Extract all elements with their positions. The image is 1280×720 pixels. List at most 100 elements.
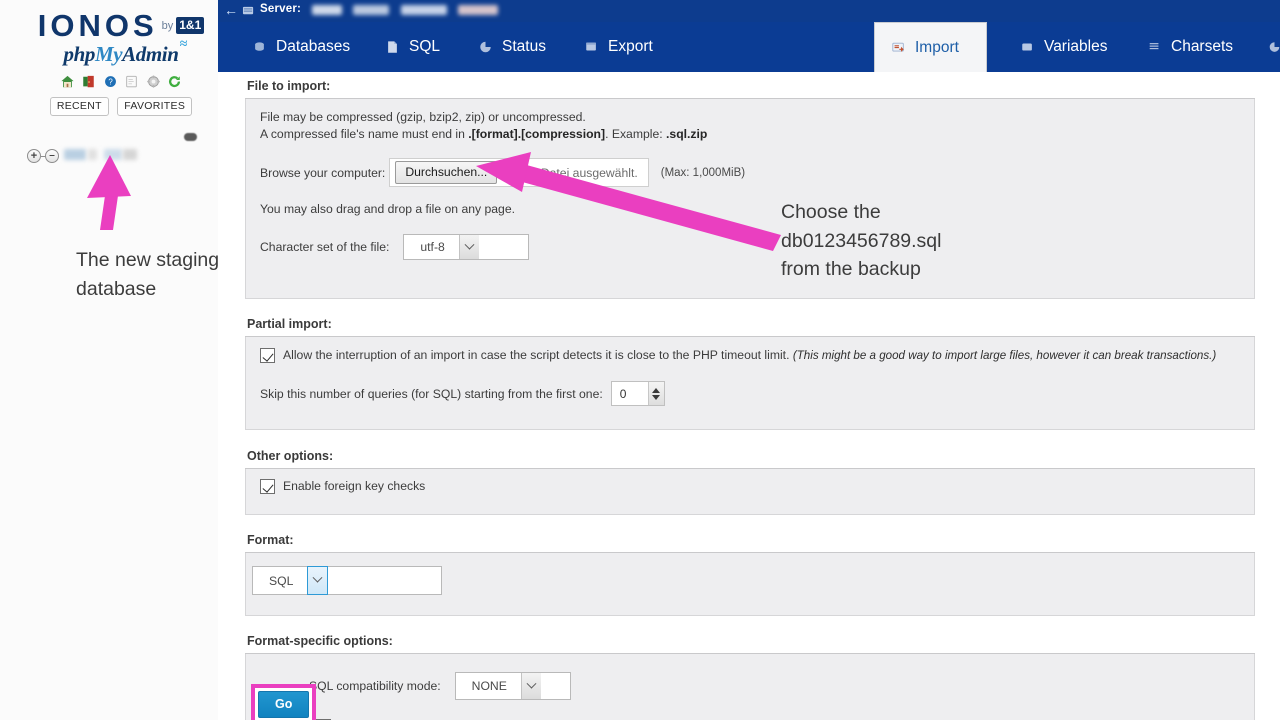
tab-label: Import: [915, 38, 959, 56]
variables-icon: [1020, 40, 1035, 54]
allow-interrupt-row: Allow the interruption of an import in c…: [260, 347, 1240, 364]
example-token: .sql.zip: [666, 127, 708, 141]
compat-select[interactable]: NONE: [454, 672, 571, 700]
charset-select[interactable]: utf-8: [403, 234, 530, 260]
skip-queries-row: Skip this number of queries (for SQL) st…: [260, 381, 1240, 406]
tab-label: Status: [502, 38, 546, 55]
browse-label: Browse your computer:: [260, 165, 386, 180]
brand-logo[interactable]: IONOS by 1&1 phpMyAdmin ≈: [24, 0, 218, 67]
docs-icon[interactable]: ?: [103, 75, 118, 89]
max-upload-note: (Max: 1,000MiB): [660, 166, 746, 179]
oneandone-badge: 1&1: [176, 17, 205, 34]
databases-icon: [252, 40, 267, 54]
table-row[interactable]: [123, 149, 137, 160]
tab-databases[interactable]: Databases: [236, 22, 366, 72]
foreign-key-label: Enable foreign key checks: [283, 479, 426, 493]
partial-section-panel: Allow the interruption of an import in c…: [245, 337, 1255, 430]
file-section-legend: File to import:: [245, 72, 1255, 99]
annotation-left-text: The new staging database: [76, 249, 220, 300]
sidebar-tab-row: RECENT FAVORITES: [24, 96, 218, 116]
format-specific-legend: Format-specific options:: [245, 627, 1255, 654]
ionos-wordmark: IONOS: [37, 8, 158, 43]
sql-icon: [385, 40, 400, 54]
reload-icon[interactable]: [167, 75, 182, 89]
other-section-panel: Enable foreign key checks: [245, 469, 1255, 515]
table-row[interactable]: [104, 149, 122, 160]
back-arrow-icon[interactable]: ←: [224, 3, 238, 17]
tab-sql[interactable]: SQL: [369, 22, 456, 72]
tab-label: Export: [608, 38, 653, 55]
home-icon[interactable]: [60, 75, 75, 89]
console-icon[interactable]: [124, 75, 139, 89]
annotation-right-text: Choose the db0123456789.sql from the bac…: [781, 201, 942, 280]
status-icon: [478, 40, 493, 54]
import-icon: [891, 41, 906, 55]
format-value: SQL: [269, 573, 294, 588]
submit-highlight-box: Go: [251, 684, 317, 720]
server-breadcrumb-bar: ← Server:: [218, 0, 1280, 22]
charset-label: Character set of the file:: [260, 240, 390, 254]
brand-by-label: by: [161, 19, 174, 32]
phpmyadmin-wordmark: phpMyAdmin ≈: [24, 37, 218, 67]
logout-icon[interactable]: [81, 75, 96, 89]
server-value-redacted: [312, 3, 499, 16]
tab-label: Charsets: [1171, 38, 1234, 55]
selected-file-name: Keine Datei ausgewählt.: [506, 165, 638, 180]
browse-row: Browse your computer: Durchsuchen... Kei…: [260, 158, 1240, 187]
tab-label: SQL: [409, 38, 441, 55]
tab-status[interactable]: Status: [462, 22, 562, 72]
other-section-legend: Other options:: [245, 442, 1255, 469]
table-row[interactable]: [88, 149, 97, 160]
table-row[interactable]: [64, 149, 86, 160]
skip-queries-input[interactable]: 0: [610, 381, 665, 406]
settings-icon[interactable]: [146, 75, 161, 89]
compat-value: NONE: [471, 679, 507, 693]
tree-expand-toggle[interactable]: +: [27, 149, 41, 163]
navigation-sidebar: IONOS by 1&1 phpMyAdmin ≈ ? RECENT FAVOR…: [0, 0, 219, 720]
dragdrop-hint: You may also drag and drop a file on any…: [260, 202, 515, 216]
tab-variables[interactable]: Variables: [1004, 22, 1123, 72]
allow-interrupt-checkbox[interactable]: [260, 348, 275, 363]
import-form: File to import: File may be compressed (…: [218, 72, 1280, 720]
skip-queries-value: 0: [619, 386, 627, 401]
go-button[interactable]: Go: [258, 691, 310, 718]
tab-charsets[interactable]: Charsets: [1131, 22, 1249, 72]
skip-queries-label: Skip this number of queries (for SQL) st…: [260, 386, 603, 401]
engines-icon: [1267, 40, 1280, 54]
sidebar-tab-favorites[interactable]: FAVORITES: [117, 97, 193, 116]
chevron-down-icon: [458, 235, 479, 259]
tab-engines[interactable]: Engines: [1251, 22, 1280, 72]
export-icon: [584, 40, 599, 54]
compression-hint-line2: A compressed file's name must end in .[f…: [260, 127, 708, 141]
chevron-down-icon: [307, 566, 329, 595]
browse-button[interactable]: Durchsuchen...: [395, 161, 498, 184]
charset-row: Character set of the file: utf-8: [260, 234, 1240, 260]
fk-row: Enable foreign key checks: [260, 478, 1240, 495]
tree-collapse-toggle[interactable]: –: [45, 149, 59, 163]
tab-export[interactable]: Export: [568, 22, 669, 72]
charsets-icon: [1147, 40, 1162, 54]
format-section-legend: Format:: [245, 526, 1255, 553]
tab-label: Databases: [276, 38, 351, 55]
redacted-badge-icon: [184, 133, 197, 141]
svg-text:?: ?: [108, 77, 113, 86]
screen-root: IONOS by 1&1 phpMyAdmin ≈ ? RECENT FAVOR…: [0, 0, 1280, 720]
format-select[interactable]: SQL: [252, 566, 442, 595]
format-section-panel: SQL: [245, 553, 1255, 616]
sidebar-inner: IONOS by 1&1 phpMyAdmin ≈ ? RECENT FAVOR…: [24, 0, 219, 720]
compression-hint-line1: File may be compressed (gzip, bzip2, zip…: [260, 110, 586, 124]
file-section-panel: File may be compressed (gzip, bzip2, zip…: [245, 99, 1255, 299]
number-stepper[interactable]: [647, 382, 664, 405]
foreign-key-checkbox[interactable]: [260, 479, 275, 494]
file-input[interactable]: Durchsuchen... Keine Datei ausgewählt.: [389, 158, 649, 187]
sidebar-quick-icons: ?: [24, 73, 218, 89]
compat-label: SQL compatibility mode:: [309, 679, 441, 693]
pma-admin: Admin: [122, 42, 179, 66]
tab-import[interactable]: Import: [874, 22, 987, 72]
chevron-down-icon: [520, 673, 541, 699]
format-token: .[format].[compression]: [468, 127, 606, 141]
charset-value: utf-8: [420, 240, 445, 254]
format-specific-panel: SQL compatibility mode: NONE Do not use …: [245, 654, 1255, 720]
main-nav-tabs: Databases SQL Status Export Import Varia…: [218, 22, 1280, 72]
sidebar-tab-recent[interactable]: RECENT: [49, 97, 109, 116]
